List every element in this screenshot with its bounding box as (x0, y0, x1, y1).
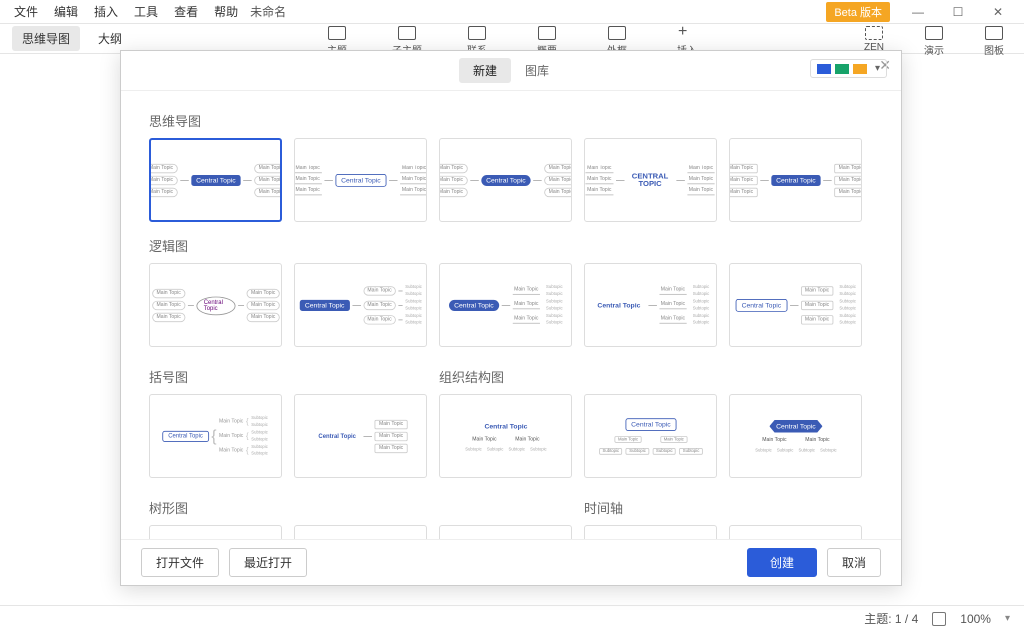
template-logic-2[interactable]: Central Topic Main TopicSubtopicSubtopic… (294, 263, 427, 347)
color-swatch-blue (817, 64, 831, 74)
menu-edit[interactable]: 编辑 (46, 1, 86, 22)
tab-outline[interactable]: 大纲 (88, 26, 132, 51)
color-swatch-orange (853, 64, 867, 74)
recent-button[interactable]: 最近打开 (229, 548, 307, 577)
menu-help[interactable]: 帮助 (206, 1, 246, 22)
template-mindmap-2[interactable]: Main TopicMain TopicMain Topic Central T… (294, 138, 427, 222)
section-mindmap-title: 思维导图 (149, 111, 873, 130)
template-timeline-1[interactable]: Central Topic Main Topic Main Topic (584, 525, 717, 539)
topic-count: 主题: 1 / 4 (864, 610, 918, 627)
template-tree-3[interactable]: Central Topic (439, 525, 572, 539)
relation-icon (468, 26, 486, 40)
open-file-button[interactable]: 打开文件 (141, 548, 219, 577)
theme-color-picker[interactable]: ▾ (810, 59, 887, 78)
template-logic-5[interactable]: Central Topic Main TopicSubtopicSubtopic… (729, 263, 862, 347)
template-timeline-2[interactable]: CentralTopic (729, 525, 862, 539)
color-swatch-green (835, 64, 849, 74)
plus-icon: + (678, 26, 696, 40)
dialog-tabs: 新建 图库 ▾ (121, 51, 901, 91)
dialog-tab-new[interactable]: 新建 (459, 58, 511, 83)
window-maximize[interactable]: ☐ (938, 1, 978, 23)
template-mindmap-1[interactable]: Main TopicMain TopicMain Topic Central T… (149, 138, 282, 222)
iconboard-icon (985, 26, 1003, 40)
menu-insert[interactable]: 插入 (86, 1, 126, 22)
menubar: 文件 编辑 插入 工具 查看 帮助 未命名 Beta 版本 — ☐ ✕ (0, 0, 1024, 24)
dialog-footer: 打开文件 最近打开 创建 取消 (121, 539, 901, 585)
zoom-level[interactable]: 100% (960, 612, 991, 626)
section-org-title: 组织结构图 (439, 367, 873, 386)
chevron-down-icon: ▾ (875, 63, 880, 74)
menu-view[interactable]: 查看 (166, 1, 206, 22)
section-logic-title: 逻辑图 (149, 236, 873, 255)
dialog-tab-library[interactable]: 图库 (511, 58, 563, 83)
template-logic-4[interactable]: Central Topic Main TopicSubtopicSubtopic… (584, 263, 717, 347)
menu-file[interactable]: 文件 (6, 1, 46, 22)
beta-badge: Beta 版本 (826, 2, 890, 22)
summary-icon (538, 26, 556, 40)
template-logic-3[interactable]: Central Topic Main TopicSubtopicSubtopic… (439, 263, 572, 347)
zen-icon (865, 26, 883, 40)
menu-tools[interactable]: 工具 (126, 1, 166, 22)
template-org-1[interactable]: Central Topic Main TopicMain Topic Subto… (439, 394, 572, 478)
template-gallery[interactable]: 思维导图 Main TopicMain TopicMain Topic Cent… (121, 91, 901, 539)
subtopic-icon (398, 26, 416, 40)
statusbar: 主题: 1 / 4 100% ▾ (0, 605, 1024, 631)
window-close[interactable]: ✕ (978, 1, 1018, 23)
section-bracket-title: 括号图 (149, 367, 427, 386)
tab-mindmap[interactable]: 思维导图 (12, 26, 80, 51)
create-button[interactable]: 创建 (747, 548, 817, 577)
cancel-button[interactable]: 取消 (827, 548, 881, 577)
boundary-icon (608, 26, 626, 40)
map-overview-icon[interactable] (932, 612, 946, 626)
template-mindmap-3[interactable]: Main TopicMain TopicMain Topic Central T… (439, 138, 572, 222)
window-minimize[interactable]: — (898, 1, 938, 23)
section-tree-title: 树形图 (149, 498, 572, 517)
template-bracket-2[interactable]: Central Topic Main TopicMain TopicMain T… (294, 394, 427, 478)
template-mindmap-5[interactable]: Main TopicMain TopicMain Topic Central T… (729, 138, 862, 222)
chevron-down-icon[interactable]: ▾ (1005, 613, 1010, 624)
section-timeline-title: 时间轴 (584, 498, 873, 517)
template-org-3[interactable]: Central Topic Main TopicMain Topic Subto… (729, 394, 862, 478)
tb-iconboard[interactable]: 图板 (974, 26, 1014, 57)
document-title: 未命名 (250, 3, 286, 20)
new-template-dialog: ✕ 新建 图库 ▾ 思维导图 Main TopicMain TopicMain … (120, 50, 902, 586)
present-icon (925, 26, 943, 40)
template-org-2[interactable]: Central Topic Main TopicMain Topic Subto… (584, 394, 717, 478)
tb-present[interactable]: 演示 (914, 26, 954, 57)
template-bracket-1[interactable]: Central Topic { Main Topic{SubtopicSubto… (149, 394, 282, 478)
template-mindmap-4[interactable]: Main TopicMain TopicMain Topic CENTRALTO… (584, 138, 717, 222)
template-tree-1[interactable]: Central Topic (149, 525, 282, 539)
topic-icon (328, 26, 346, 40)
template-tree-2[interactable]: Central Topic Main TopicMain Topic (294, 525, 427, 539)
template-logic-1[interactable]: Main TopicMain TopicMain Topic Central T… (149, 263, 282, 347)
